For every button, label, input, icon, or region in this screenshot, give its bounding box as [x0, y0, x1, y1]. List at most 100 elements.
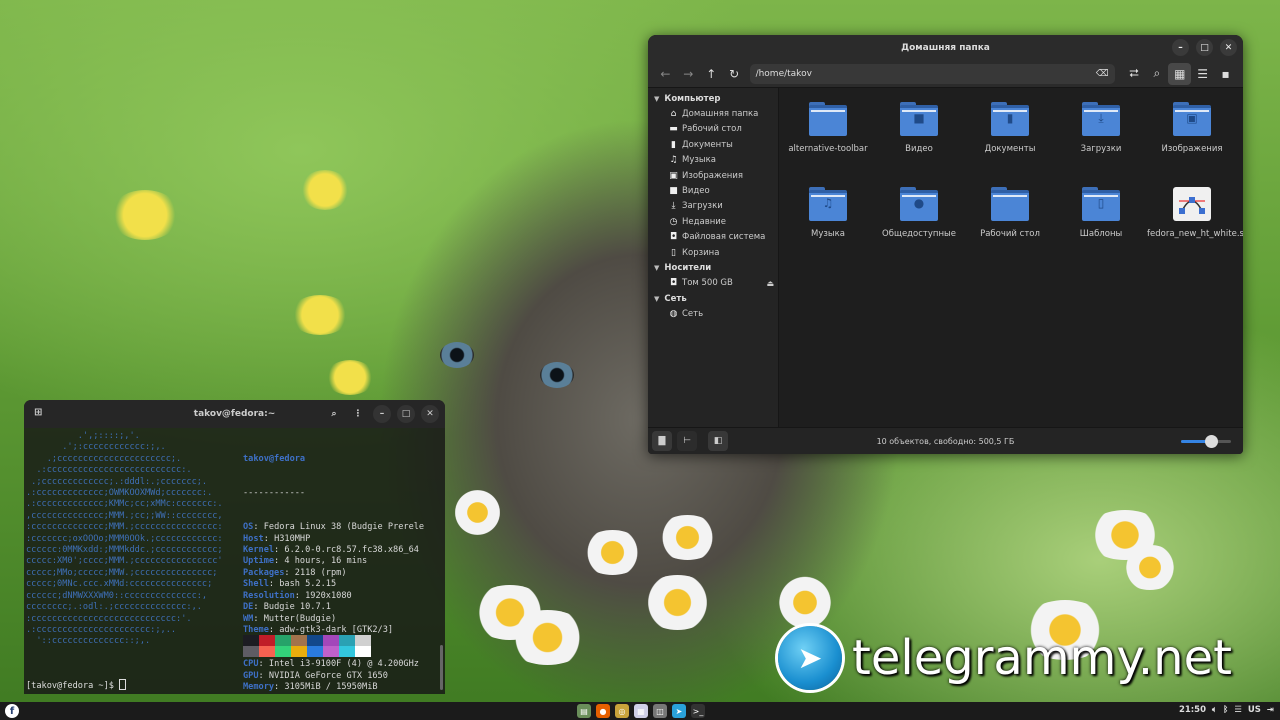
tree-sidebar-button[interactable]: ⊢: [677, 431, 697, 451]
color-swatch: [323, 646, 339, 657]
list-view-button[interactable]: ☰: [1191, 63, 1214, 85]
home-icon: ⌂: [670, 109, 677, 120]
new-tab-icon[interactable]: ⊞: [34, 407, 42, 418]
status-text: 10 объектов, свободно: 500,5 ГБ: [876, 436, 1015, 446]
places-sidebar-button[interactable]: ▇: [652, 431, 672, 451]
taskbar-app-terminal[interactable]: >_: [691, 704, 705, 718]
document-icon: ▮: [671, 139, 676, 150]
sidebar-item[interactable]: ▮ Документы: [648, 137, 778, 152]
clear-location-icon[interactable]: ⌫: [1096, 69, 1109, 79]
reload-button[interactable]: ↻: [723, 63, 746, 85]
back-button[interactable]: ←: [654, 63, 677, 85]
file-item[interactable]: ⤓ Загрузки: [1056, 102, 1146, 155]
sidebar-item[interactable]: ▬ Рабочий стол: [648, 122, 778, 137]
file-item[interactable]: ▮ Документы: [965, 102, 1055, 155]
volume-icon[interactable]: 🔈︎: [1212, 705, 1217, 715]
file-item[interactable]: alternative-toolbar: [783, 102, 873, 155]
keyboard-layout[interactable]: US: [1248, 705, 1261, 715]
info-value: Mutter(Budgie): [263, 613, 337, 624]
ascii-logo-line: .:cccccccccccccccccccccccccc:.: [26, 465, 192, 476]
prompt-text: [takov@fedora ~]$: [26, 681, 120, 691]
shell-prompt[interactable]: [takov@fedora ~]$: [26, 679, 127, 692]
zoom-slider[interactable]: [1181, 435, 1231, 448]
minimize-button[interactable]: –: [373, 405, 391, 423]
sidebar-section-header[interactable]: ▼ Компьютер: [648, 91, 778, 106]
menu-button[interactable]: ▪: [1214, 63, 1237, 85]
recent-icon: ◷: [669, 216, 678, 227]
file-item[interactable]: ■ Видео: [874, 102, 964, 155]
search-button[interactable]: ⌕: [1145, 63, 1168, 85]
file-manager-titlebar[interactable]: Домашняя папка – □ ✕: [648, 35, 1243, 60]
close-button[interactable]: ✕: [1220, 39, 1237, 56]
sidebar-item[interactable]: ◷ Недавние: [648, 214, 778, 229]
sidebar-item[interactable]: ⤓ Загрузки: [648, 199, 778, 214]
notifications-icon[interactable]: ☰: [1234, 705, 1242, 715]
clock[interactable]: 21:50: [1179, 705, 1206, 715]
wallpaper-flower: [580, 530, 645, 575]
file-item[interactable]: fedora_new_ht_white.svg: [1147, 187, 1243, 240]
ascii-logo-line: ,cccccccccccccc;MMM.;cc;;WW::cccccccc,: [26, 510, 223, 521]
sidebar-section-header[interactable]: ▼ Носители: [648, 260, 778, 275]
expander-triangle-icon[interactable]: ▼: [654, 95, 659, 103]
sidebar-item[interactable]: ◍ Сеть: [648, 306, 778, 321]
forward-button[interactable]: →: [677, 63, 700, 85]
kebab-menu-icon[interactable]: ⋮: [349, 405, 367, 423]
expander-triangle-icon[interactable]: ▼: [654, 295, 659, 303]
sidebar-item[interactable]: ◘ Файловая система: [648, 230, 778, 245]
search-icon: ⌕: [1153, 66, 1161, 80]
menu-icon: ▪: [1221, 66, 1230, 81]
sidebar-item-label: Сеть: [682, 309, 704, 320]
up-button[interactable]: ↑: [700, 63, 723, 85]
file-item[interactable]: ▯ Шаблоны: [1056, 187, 1146, 240]
info-value: 6.2.0-0.rc8.57.fc38.x86_64: [284, 545, 419, 556]
taskbar-app-telegram[interactable]: ➤: [672, 704, 686, 718]
ascii-logo-line: .;cccccccccccccccccccccc;.: [26, 453, 182, 464]
toggle-location-button[interactable]: ⮂: [1123, 63, 1146, 85]
sidebar-item[interactable]: ▯ Корзина: [648, 245, 778, 260]
minimize-button[interactable]: –: [1172, 39, 1189, 56]
bluetooth-icon[interactable]: ᛒ: [1223, 705, 1228, 715]
file-item[interactable]: ● Общедоступные: [874, 187, 964, 240]
logout-icon[interactable]: ⇥: [1267, 705, 1274, 715]
maximize-button[interactable]: □: [397, 405, 415, 423]
ascii-logo-line: ccccc:XM0';cccc;MMM.;cccccccccccccccc': [26, 556, 223, 567]
close-button[interactable]: ✕: [421, 405, 439, 423]
zoom-slider-handle[interactable]: [1205, 435, 1218, 448]
grid-icon: ▦: [1174, 66, 1186, 81]
user-host: takov@fedora: [243, 453, 306, 464]
sidebar-item[interactable]: ▣ Изображения: [648, 168, 778, 183]
file-item[interactable]: ▣ Изображения: [1147, 102, 1237, 155]
sidebar-section-label: Сеть: [664, 293, 687, 304]
taskbar-app-software[interactable]: ▦: [634, 704, 648, 718]
ascii-logo-line: .:cccccccccccccccccccccc:;,..: [26, 624, 177, 635]
wallpaper-kitten-eye: [440, 342, 474, 368]
search-icon[interactable]: ⌕: [325, 405, 343, 423]
fedora-menu-icon[interactable]: f: [5, 704, 19, 718]
color-swatch: [291, 646, 307, 657]
taskbar-app-screenshot[interactable]: ◫: [653, 704, 667, 718]
file-item[interactable]: Рабочий стол: [965, 187, 1055, 240]
swap-icon: ⮂: [1129, 66, 1139, 80]
sidebar-item[interactable]: ■ Видео: [648, 183, 778, 198]
sidebar-item[interactable]: ⌂ Домашняя папка: [648, 106, 778, 121]
terminal-scrollbar[interactable]: [440, 645, 443, 690]
toggle-sidebar-button[interactable]: ◧: [708, 431, 728, 451]
wallpaper-flower: [1120, 545, 1180, 590]
color-swatch: [323, 635, 339, 646]
file-item[interactable]: ♫ Музыка: [783, 187, 873, 240]
sidebar-section-header[interactable]: ▼ Сеть: [648, 291, 778, 306]
taskbar-app-files[interactable]: ▤: [577, 704, 591, 718]
info-value: 3105MiB / 15950MiB: [284, 681, 378, 692]
location-bar[interactable]: /home/takov ⌫: [749, 63, 1115, 84]
icon-view-button[interactable]: ▦: [1168, 62, 1192, 85]
maximize-button[interactable]: □: [1196, 39, 1213, 56]
ascii-logo-line: .';:cccccccccccc:;,.: [26, 442, 166, 453]
terminal-titlebar[interactable]: ⊞ takov@fedora:~ ⌕ ⋮ – □ ✕: [24, 400, 445, 428]
sidebar-item[interactable]: ♫ Музыка: [648, 153, 778, 168]
taskbar-app-firefox[interactable]: ●: [596, 704, 610, 718]
eject-icon[interactable]: ⏏: [766, 279, 774, 288]
taskbar-app-budgie-settings[interactable]: ◎: [615, 704, 629, 718]
expander-triangle-icon[interactable]: ▼: [654, 264, 659, 272]
sidebar-item[interactable]: ◘ Том 500 GB ⏏: [648, 276, 778, 291]
info-value: Fedora Linux 38 (Budgie Prerele: [263, 522, 425, 533]
